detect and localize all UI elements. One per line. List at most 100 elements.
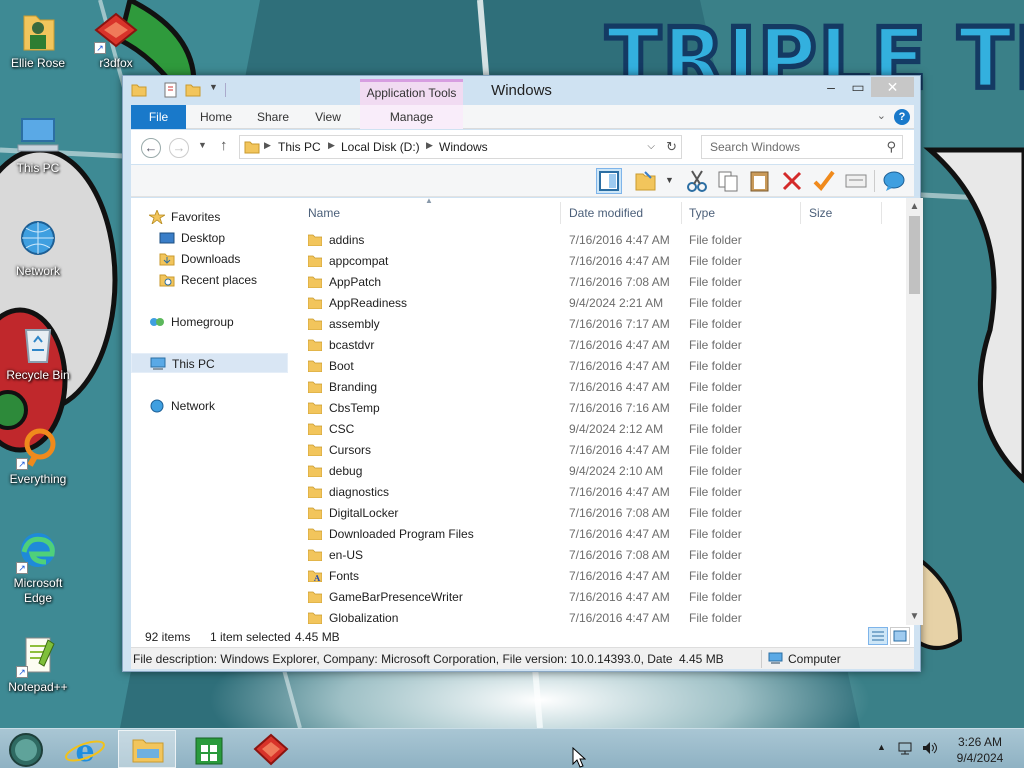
table-row[interactable]: GameBarPresenceWriter 7/16/2016 4:47 AM Fi…: [299, 587, 899, 608]
folder-icon: [308, 360, 322, 372]
breadcrumb-local-disk[interactable]: Local Disk (D:): [341, 140, 420, 154]
details-view-button[interactable]: [868, 627, 888, 645]
table-row[interactable]: Branding 7/16/2016 4:47 AM File folder: [299, 377, 899, 398]
scrollbar-thumb[interactable]: [909, 216, 920, 294]
desktop-icon-notepadpp[interactable]: ↗ Notepad++: [2, 634, 74, 695]
copy-button[interactable]: [715, 168, 741, 194]
desktop-icon-r3dfox[interactable]: ↗ r3dfox: [80, 10, 152, 71]
sort-up-icon: ▲: [425, 198, 433, 205]
clock[interactable]: 3:26 AM 9/4/2024: [944, 734, 1016, 766]
minimize-button[interactable]: –: [817, 77, 845, 97]
file-type: File folder: [689, 422, 742, 436]
desktop-icon-microsoft-edge[interactable]: ↗ Microsoft Edge: [2, 530, 74, 606]
folder-icon: [308, 339, 322, 351]
chevron-down-icon[interactable]: ▼: [665, 175, 674, 185]
file-date: 7/16/2016 4:47 AM: [569, 380, 670, 394]
table-row[interactable]: AppReadiness 9/4/2024 2:21 AM File folder: [299, 293, 899, 314]
column-divider[interactable]: [800, 202, 801, 224]
table-row[interactable]: debug 9/4/2024 2:10 AM File folder: [299, 461, 899, 482]
taskbar-file-explorer[interactable]: [118, 730, 176, 768]
table-row[interactable]: A Fonts 7/16/2016 4:47 AM File folder: [299, 566, 899, 587]
tab-home[interactable]: Home: [193, 105, 239, 129]
desktop-icon-recycle-bin[interactable]: Recycle Bin: [2, 322, 74, 383]
recent-locations-icon[interactable]: ▼: [198, 140, 207, 150]
folder-icon: [308, 465, 322, 477]
table-row[interactable]: appcompat 7/16/2016 4:47 AM File folder: [299, 251, 899, 272]
desktop-icon-everything[interactable]: ↗ Everything: [2, 426, 74, 487]
tab-file[interactable]: File: [131, 105, 186, 129]
table-row[interactable]: Cursors 7/16/2016 4:47 AM File folder: [299, 440, 899, 461]
network-tray-icon[interactable]: [897, 740, 913, 756]
cut-button[interactable]: [684, 168, 710, 194]
desktop-icon-ellie-rose[interactable]: Ellie Rose: [2, 10, 74, 71]
tray-overflow-icon[interactable]: ▲: [877, 742, 886, 752]
table-row[interactable]: addins 7/16/2016 4:47 AM File folder: [299, 230, 899, 251]
table-row[interactable]: en-US 7/16/2016 7:08 AM File folder: [299, 545, 899, 566]
table-row[interactable]: CbsTemp 7/16/2016 7:16 AM File folder: [299, 398, 899, 419]
share-button[interactable]: [881, 168, 907, 194]
start-button[interactable]: [0, 730, 52, 768]
forward-button[interactable]: →: [169, 138, 189, 158]
close-button[interactable]: ✕: [871, 77, 914, 97]
back-button[interactable]: ←: [141, 138, 161, 158]
help-icon[interactable]: ?: [894, 109, 910, 125]
vertical-scrollbar[interactable]: ▲ ▼: [906, 198, 923, 625]
taskbar-store[interactable]: [180, 730, 238, 768]
column-divider[interactable]: [881, 202, 882, 224]
properties-button[interactable]: [843, 168, 869, 194]
file-description: File description: Windows Explorer, Comp…: [133, 652, 673, 666]
breadcrumb-windows[interactable]: Windows: [439, 140, 488, 154]
tab-manage[interactable]: Manage: [360, 105, 463, 129]
desktop-icon-network[interactable]: Network: [2, 218, 74, 279]
address-bar[interactable]: ▶ This PC ▶ Local Disk (D:) ▶ Windows ⌵ …: [239, 135, 682, 159]
table-row[interactable]: Globalization 7/16/2016 4:47 AM File folde…: [299, 608, 899, 625]
nav-this-pc[interactable]: This PC: [131, 353, 288, 373]
open-folder-button[interactable]: [633, 168, 659, 194]
volume-icon[interactable]: [921, 740, 939, 756]
title-bar[interactable]: ▼ Application Tools Windows – ▭ ✕: [123, 76, 920, 105]
table-row[interactable]: DigitalLocker 7/16/2016 7:08 AM File folde…: [299, 503, 899, 524]
file-name: AppReadiness: [329, 296, 408, 310]
table-row[interactable]: diagnostics 7/16/2016 4:47 AM File folder: [299, 482, 899, 503]
preview-pane-button[interactable]: [596, 168, 622, 194]
search-input[interactable]: [702, 136, 877, 158]
table-row[interactable]: CSC 9/4/2024 2:12 AM File folder: [299, 419, 899, 440]
clock-date: 9/4/2024: [956, 751, 1004, 765]
taskbar-internet-explorer[interactable]: e: [56, 730, 114, 768]
maximize-button[interactable]: ▭: [844, 77, 872, 97]
column-header-date[interactable]: Date modified: [569, 204, 643, 224]
breadcrumb-this-pc[interactable]: This PC: [278, 140, 321, 154]
tab-share[interactable]: Share: [249, 105, 297, 129]
column-header-size[interactable]: Size: [809, 204, 832, 224]
chevron-right-icon[interactable]: ▶: [426, 140, 433, 151]
table-row[interactable]: assembly 7/16/2016 7:17 AM File folder: [299, 314, 899, 335]
taskbar-r3dfox[interactable]: [242, 730, 300, 768]
column-header-name[interactable]: Name: [308, 204, 340, 224]
refresh-icon[interactable]: ↻: [666, 139, 677, 155]
table-row[interactable]: Downloaded Program Files 7/16/2016 4:47 A…: [299, 524, 899, 545]
file-list[interactable]: Name ▲ Date modified Type Size addins 7/1…: [299, 198, 904, 625]
column-divider[interactable]: [560, 202, 561, 224]
desktop-icon-this-pc[interactable]: This PC: [2, 115, 74, 176]
table-row[interactable]: Boot 7/16/2016 4:47 AM File folder: [299, 356, 899, 377]
scroll-down-icon[interactable]: ▼: [906, 608, 923, 625]
search-icon[interactable]: ⚲: [886, 139, 896, 155]
expand-ribbon-icon[interactable]: ⌄: [877, 109, 886, 122]
table-row[interactable]: AppPatch 7/16/2016 7:08 AM File folder: [299, 272, 899, 293]
chevron-right-icon[interactable]: ▶: [264, 140, 271, 151]
large-icons-view-button[interactable]: [890, 627, 910, 645]
column-divider[interactable]: [681, 202, 682, 224]
chevron-right-icon[interactable]: ▶: [328, 140, 335, 151]
table-row[interactable]: bcastdvr 7/16/2016 4:47 AM File folder: [299, 335, 899, 356]
chevron-down-icon[interactable]: ⌵: [647, 141, 655, 152]
up-button[interactable]: ↑: [220, 137, 228, 154]
explorer-window[interactable]: ▼ Application Tools Windows – ▭ ✕ File H…: [122, 75, 923, 672]
search-box[interactable]: ⚲: [701, 135, 903, 159]
paste-button[interactable]: [747, 168, 773, 194]
tab-view[interactable]: View: [307, 105, 349, 129]
delete-button[interactable]: [779, 168, 805, 194]
file-type: File folder: [689, 275, 742, 289]
scroll-up-icon[interactable]: ▲: [906, 198, 923, 215]
column-header-type[interactable]: Type: [689, 204, 715, 224]
rename-button[interactable]: [811, 168, 837, 194]
